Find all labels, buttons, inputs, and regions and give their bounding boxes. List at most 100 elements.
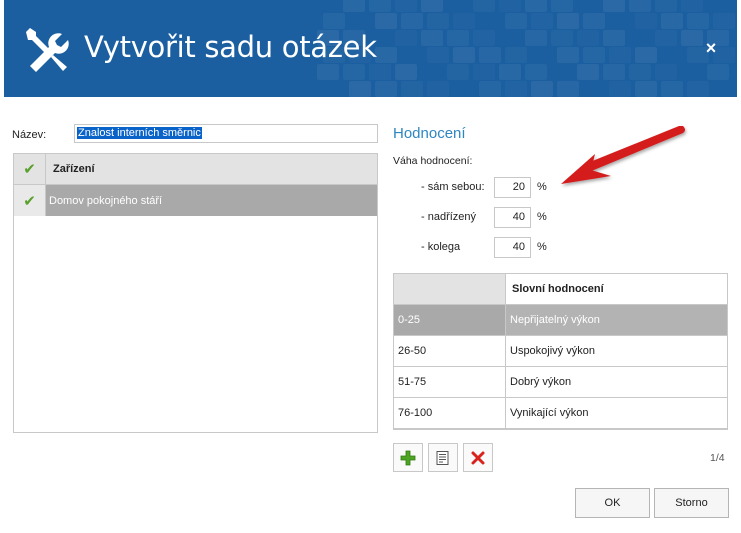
ok-button[interactable]: OK xyxy=(575,488,650,518)
header-tile xyxy=(369,0,391,12)
table-header-text: Slovní hodnocení xyxy=(506,274,727,304)
weight-row-colleague: - kolega 40 % xyxy=(395,237,595,259)
header-tile xyxy=(427,81,449,97)
pager-indicator: 1/4 xyxy=(710,452,725,464)
cancel-button[interactable]: Storno xyxy=(654,488,729,518)
header-tile xyxy=(603,0,625,12)
header-tile xyxy=(317,64,339,80)
header-tile xyxy=(473,0,495,12)
header-tile xyxy=(707,64,729,80)
header-tile xyxy=(343,64,365,80)
header-tile xyxy=(479,81,501,97)
edit-button[interactable] xyxy=(428,443,458,472)
delete-icon xyxy=(471,451,485,464)
header-tile xyxy=(375,13,397,29)
header-tile xyxy=(395,30,417,46)
name-input[interactable]: Znalost interních směrnic xyxy=(74,124,378,143)
header-tile xyxy=(577,30,599,46)
header-tile xyxy=(681,30,703,46)
weight-supervisor-input[interactable]: 40 xyxy=(494,207,531,228)
header-tile xyxy=(603,64,625,80)
dialog-title: Vytvořit sadu otázek xyxy=(84,30,377,64)
header-tile xyxy=(577,64,599,80)
header-tile xyxy=(525,0,547,12)
header-tile xyxy=(401,13,423,29)
table-cell-text: Nepřijatelný výkon xyxy=(506,305,727,335)
header-pattern xyxy=(317,0,737,97)
header-tile xyxy=(375,47,397,63)
name-input-value: Znalost interních směrnic xyxy=(77,127,202,139)
header-tile xyxy=(375,81,397,97)
header-tile xyxy=(609,47,631,63)
header-tile xyxy=(505,81,527,97)
table-cell-text: Vynikající výkon xyxy=(510,407,589,419)
facility-header-label: Zařízení xyxy=(53,163,95,175)
weight-colleague-input[interactable]: 40 xyxy=(494,237,531,258)
header-tile xyxy=(473,30,495,46)
header-tile xyxy=(525,64,547,80)
table-row[interactable]: 51-75 Dobrý výkon xyxy=(394,367,727,398)
header-tile xyxy=(323,13,345,29)
header-tile xyxy=(629,64,651,80)
rating-table[interactable]: Slovní hodnocení 0-25 Nepřijatelný výkon… xyxy=(393,273,728,430)
weight-supervisor-label: - nadřízený xyxy=(421,211,477,223)
header-tile xyxy=(531,81,553,97)
weight-colleague-unit: % xyxy=(537,241,547,253)
annotation-arrow-icon xyxy=(561,126,685,184)
weight-colleague-label: - kolega xyxy=(421,241,461,253)
header-tile xyxy=(473,64,495,80)
header-tile xyxy=(551,0,573,12)
header-tile xyxy=(369,64,391,80)
table-cell-range: 51-75 xyxy=(394,367,506,397)
table-cell-text: Uspokojivý výkon xyxy=(510,345,595,357)
weight-self-input[interactable]: 20 xyxy=(494,177,531,198)
weight-row-supervisor: - nadřízený 40 % xyxy=(395,207,595,229)
header-tile xyxy=(499,64,521,80)
weight-self-unit: % xyxy=(537,181,547,193)
header-tile xyxy=(655,30,677,46)
header-tile xyxy=(531,13,553,29)
header-tile xyxy=(447,64,469,80)
facility-item-label: Domov pokojného stáří xyxy=(49,194,163,207)
header-tile xyxy=(635,13,657,29)
header-tile xyxy=(427,47,449,63)
header-tile xyxy=(583,13,605,29)
header-tile xyxy=(401,81,423,97)
delete-button[interactable] xyxy=(463,443,493,472)
header-tile xyxy=(681,0,703,12)
facility-list[interactable]: ✔ Zařízení ✔ Domov pokojného stáří xyxy=(13,153,378,433)
dialog-header: Vytvořit sadu otázek × xyxy=(4,0,737,97)
check-icon[interactable]: ✔ xyxy=(14,153,46,185)
table-header-range xyxy=(394,274,506,304)
header-tile xyxy=(603,30,625,46)
weight-self-label: - sám sebou: xyxy=(421,181,485,193)
header-tile xyxy=(479,47,501,63)
close-icon[interactable]: × xyxy=(703,39,719,57)
edit-icon xyxy=(436,450,449,465)
header-tile xyxy=(629,0,651,12)
name-label: Název: xyxy=(12,129,47,141)
table-row[interactable]: 76-100 Vynikající výkon xyxy=(394,398,727,429)
header-tile xyxy=(447,30,469,46)
header-tile xyxy=(505,47,527,63)
header-tile xyxy=(499,0,521,12)
weight-supervisor-unit: % xyxy=(537,211,547,223)
table-header-row: Slovní hodnocení xyxy=(394,274,727,305)
header-tile xyxy=(557,81,579,97)
list-item[interactable]: ✔ Domov pokojného stáří xyxy=(14,185,377,216)
add-icon xyxy=(400,450,416,465)
header-tile xyxy=(453,13,475,29)
header-tile xyxy=(557,13,579,29)
header-tile xyxy=(635,81,657,97)
table-row[interactable]: 0-25 Nepřijatelný výkon xyxy=(394,305,727,336)
header-tile xyxy=(421,0,443,12)
header-tile xyxy=(349,81,371,97)
table-row[interactable]: 26-50 Uspokojivý výkon xyxy=(394,336,727,367)
header-tile xyxy=(551,30,573,46)
header-tile xyxy=(635,47,657,63)
check-icon[interactable]: ✔ xyxy=(14,185,46,216)
header-tile xyxy=(395,0,417,12)
facility-list-header[interactable]: ✔ Zařízení xyxy=(14,153,377,185)
header-tile xyxy=(687,81,709,97)
add-button[interactable] xyxy=(393,443,423,472)
